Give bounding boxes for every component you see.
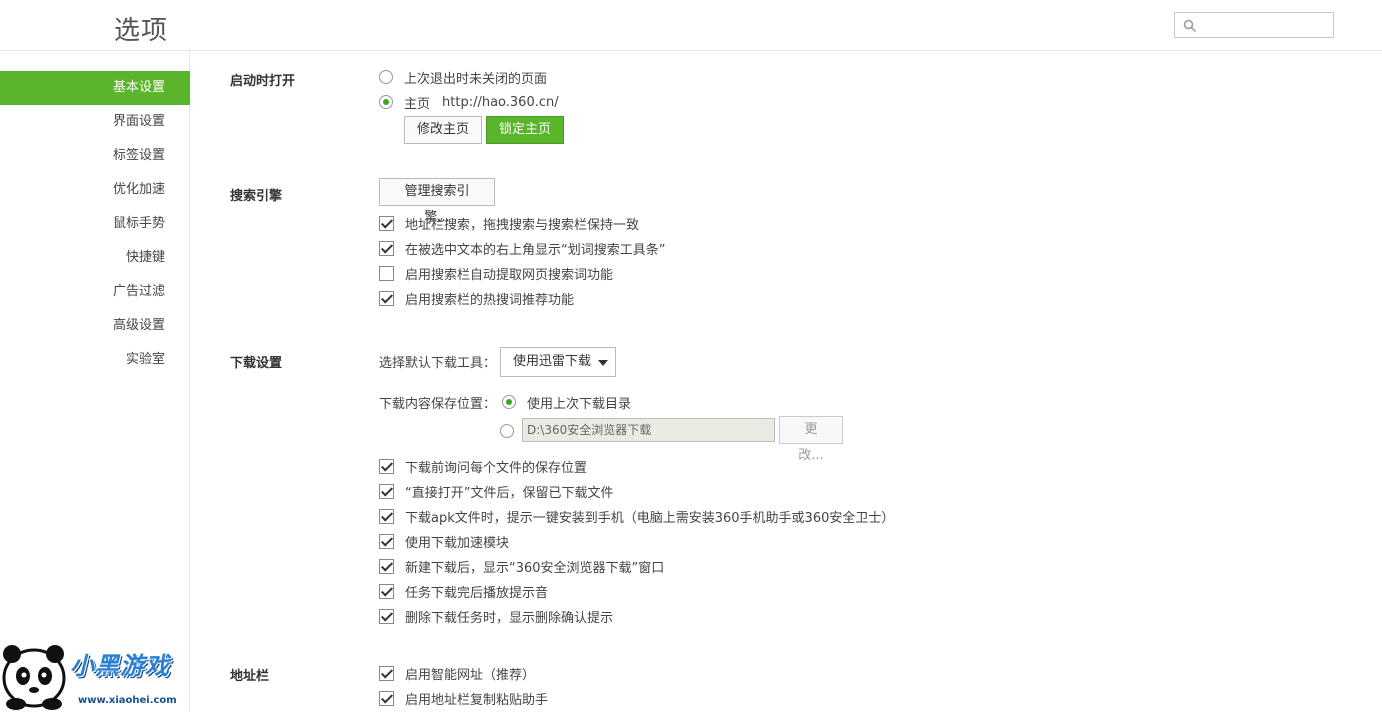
radio-home[interactable] xyxy=(379,95,393,109)
download-option-label: 使用下载加速模块 xyxy=(405,535,510,551)
sidebar-item-shortcuts[interactable]: 快捷键 xyxy=(0,241,190,275)
checkbox[interactable] xyxy=(379,608,394,624)
download-option[interactable]: 下载前询问每个文件的保存位置 xyxy=(379,456,587,476)
startup-option-home[interactable]: 主页 http://hao.360.cn/ xyxy=(379,92,559,112)
download-option-label: 下载apk文件时，提示一键安装到手机（电脑上需安装360手机助手或360安全卫士… xyxy=(405,510,895,526)
chevron-down-icon xyxy=(598,360,608,366)
startup-option-home-label: 主页 xyxy=(404,96,431,112)
home-url: http://hao.360.cn/ xyxy=(442,94,559,110)
sidebar-item-interface[interactable]: 界面设置 xyxy=(0,105,190,139)
search-option[interactable]: 启用搜索栏的热搜词推荐功能 xyxy=(379,288,574,308)
change-path-button[interactable]: 更改... xyxy=(779,416,843,463)
checkbox[interactable] xyxy=(379,290,394,306)
sidebar-item-tabs[interactable]: 标签设置 xyxy=(0,139,190,173)
sidebar-item-basic[interactable]: 基本设置 xyxy=(0,71,190,105)
radio-last-dir[interactable] xyxy=(502,395,517,409)
download-tool-value: 使用迅雷下载 xyxy=(513,354,592,369)
checkbox[interactable] xyxy=(379,690,394,706)
sidebar-item-advanced[interactable]: 高级设置 xyxy=(0,309,190,343)
download-tool-label: 选择默认下载工具： xyxy=(379,355,497,371)
settings-content: 启动时打开 上次退出时未关闭的页面 主页 http://hao.360.cn/ … xyxy=(190,51,1382,711)
section-title-addressbar: 地址栏 xyxy=(230,669,270,684)
checkbox[interactable] xyxy=(379,508,394,524)
checkbox[interactable] xyxy=(379,458,394,474)
checkbox[interactable] xyxy=(379,215,394,231)
sidebar-item-mouse-gestures[interactable]: 鼠标手势 xyxy=(0,207,190,241)
addressbar-option-label: 启用地址栏复制粘贴助手 xyxy=(405,692,549,708)
search-option[interactable]: 启用搜索栏自动提取网页搜索词功能 xyxy=(379,263,613,283)
download-option-label: “直接打开”文件后，保留已下载文件 xyxy=(405,485,614,501)
checkbox[interactable] xyxy=(379,265,394,281)
download-option[interactable]: 使用下载加速模块 xyxy=(379,531,509,551)
search-icon xyxy=(1183,19,1197,33)
header: 选项 xyxy=(0,0,1382,51)
download-path-input: D:\360安全浏览器下载 xyxy=(522,418,775,442)
download-option[interactable]: 任务下载完后播放提示音 xyxy=(379,581,548,601)
search-box[interactable] xyxy=(1174,12,1334,38)
lock-homepage-button[interactable]: 锁定主页 xyxy=(486,116,564,144)
download-option[interactable]: “直接打开”文件后，保留已下载文件 xyxy=(379,481,613,501)
section-title-download: 下载设置 xyxy=(230,356,283,371)
sidebar: 基本设置 界面设置 标签设置 优化加速 鼠标手势 快捷键 广告过滤 高级设置 实… xyxy=(0,51,190,711)
download-location-row: 下载内容保存位置： 使用上次下载目录 xyxy=(379,392,631,412)
addressbar-option-label: 启用智能网址（推荐） xyxy=(405,667,536,683)
radio-custom-path[interactable] xyxy=(500,424,514,438)
checkbox[interactable] xyxy=(379,483,394,499)
download-location-label: 下载内容保存位置： xyxy=(379,396,497,412)
manage-search-engines-button[interactable]: 管理搜索引擎... xyxy=(379,178,495,225)
search-option-label: 地址栏搜索，拖拽搜索与搜索栏保持一致 xyxy=(405,217,640,233)
sidebar-item-optimize[interactable]: 优化加速 xyxy=(0,173,190,207)
radio-restore[interactable] xyxy=(379,70,393,84)
search-option-label: 在被选中文本的右上角显示“划词搜索工具条” xyxy=(405,242,666,258)
download-option-label: 删除下载任务时，显示删除确认提示 xyxy=(405,610,614,626)
search-option[interactable]: 地址栏搜索，拖拽搜索与搜索栏保持一致 xyxy=(379,213,639,233)
addressbar-option[interactable]: 启用智能网址（推荐） xyxy=(379,663,535,683)
download-option-label: 下载前询问每个文件的保存位置 xyxy=(405,460,588,476)
last-dir-label: 使用上次下载目录 xyxy=(527,396,632,412)
download-tool-select[interactable]: 使用迅雷下载 xyxy=(500,347,616,377)
download-option-label: 任务下载完后播放提示音 xyxy=(405,585,549,601)
startup-option-restore[interactable]: 上次退出时未关闭的页面 xyxy=(379,67,547,87)
search-option-label: 启用搜索栏的热搜词推荐功能 xyxy=(405,292,575,308)
watermark-logo: 小黑游戏 www.xiaohei.com xyxy=(0,640,192,711)
startup-option-restore-label: 上次退出时未关闭的页面 xyxy=(404,71,548,87)
checkbox[interactable] xyxy=(379,240,394,256)
download-option-label: 新建下载后，显示“360安全浏览器下载”窗口 xyxy=(405,560,665,576)
section-title-search: 搜索引擎 xyxy=(230,189,283,204)
watermark-brand: 小黑游戏 xyxy=(70,652,170,680)
download-option[interactable]: 删除下载任务时，显示删除确认提示 xyxy=(379,606,613,626)
sidebar-item-lab[interactable]: 实验室 xyxy=(0,343,190,377)
search-option-label: 启用搜索栏自动提取网页搜索词功能 xyxy=(405,267,614,283)
checkbox[interactable] xyxy=(379,558,394,574)
download-option[interactable]: 新建下载后，显示“360安全浏览器下载”窗口 xyxy=(379,556,664,576)
addressbar-option[interactable]: 启用地址栏复制粘贴助手 xyxy=(379,688,548,708)
download-option[interactable]: 下载apk文件时，提示一键安装到手机（电脑上需安装360手机助手或360安全卫士… xyxy=(379,506,894,526)
section-title-startup: 启动时打开 xyxy=(230,74,296,89)
watermark-site: www.xiaohei.com xyxy=(78,695,177,706)
modify-homepage-button[interactable]: 修改主页 xyxy=(404,116,482,144)
page-title: 选项 xyxy=(114,16,169,46)
sidebar-item-adblock[interactable]: 广告过滤 xyxy=(0,275,190,309)
checkbox[interactable] xyxy=(379,665,394,681)
search-input[interactable] xyxy=(1201,15,1329,35)
search-option[interactable]: 在被选中文本的右上角显示“划词搜索工具条” xyxy=(379,238,665,258)
checkbox[interactable] xyxy=(379,533,394,549)
checkbox[interactable] xyxy=(379,583,394,599)
